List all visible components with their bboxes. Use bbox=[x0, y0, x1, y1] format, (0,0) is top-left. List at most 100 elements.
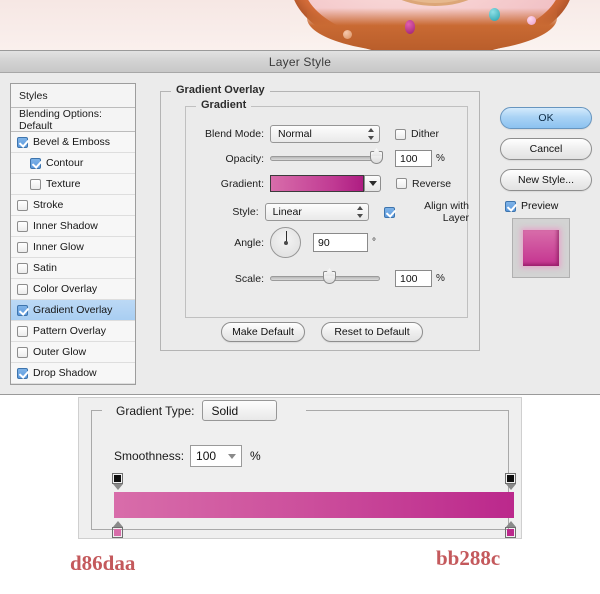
smoothness-unit: % bbox=[250, 449, 261, 463]
checkbox-contour[interactable] bbox=[30, 157, 41, 169]
angle-value: 90 bbox=[318, 236, 330, 249]
scale-slider-knob[interactable] bbox=[323, 271, 336, 284]
checkbox-outer-glow[interactable] bbox=[17, 346, 28, 358]
checkbox-reverse[interactable] bbox=[396, 178, 407, 189]
style-row-inner-shadow[interactable]: Inner Shadow bbox=[11, 216, 135, 237]
opacity-stop-left[interactable] bbox=[112, 473, 123, 490]
opacity-input[interactable]: 100 bbox=[395, 150, 432, 167]
opacity-stop-right[interactable] bbox=[505, 473, 516, 490]
hex-annotation-left: d86daa bbox=[70, 551, 136, 575]
style-row-gradient-overlay[interactable]: Gradient Overlay bbox=[11, 300, 135, 321]
new-style-label: New Style... bbox=[517, 174, 575, 186]
blend-mode-label: Blend Mode: bbox=[205, 128, 264, 140]
gradient-swatch[interactable] bbox=[270, 175, 364, 192]
checkbox-color-overlay[interactable] bbox=[17, 283, 28, 295]
ok-button[interactable]: OK bbox=[500, 107, 592, 129]
style-label: Drop Shadow bbox=[33, 367, 97, 379]
smoothness-row: Smoothness: 100 % bbox=[114, 445, 261, 467]
opacity-value: 100 bbox=[400, 152, 418, 165]
smoothness-input[interactable]: 100 bbox=[190, 445, 243, 467]
smoothness-value: 100 bbox=[196, 449, 217, 463]
checkbox-inner-glow[interactable] bbox=[17, 241, 28, 253]
preview-thumbnail-swatch bbox=[523, 230, 559, 266]
blend-mode-value: Normal bbox=[278, 128, 312, 140]
cancel-label: Cancel bbox=[529, 143, 563, 155]
sprinkle-icon bbox=[527, 16, 536, 25]
align-with-layer-label: Align with Layer bbox=[424, 200, 470, 224]
opacity-slider[interactable] bbox=[270, 151, 383, 164]
gradient-strip-area bbox=[112, 473, 516, 538]
style-row-color-overlay[interactable]: Color Overlay bbox=[11, 279, 135, 300]
style-label: Gradient Overlay bbox=[33, 304, 113, 316]
blending-options-row[interactable]: Blending Options: Default bbox=[11, 108, 135, 132]
angle-dial-hub bbox=[283, 240, 288, 245]
dialog-body: Styles Blending Options: Default Bevel &… bbox=[0, 73, 600, 395]
style-label: Stroke bbox=[33, 199, 64, 211]
stepper-arrows-icon bbox=[368, 128, 375, 140]
gradient-dropdown-button[interactable] bbox=[364, 175, 381, 192]
checkbox-gradient-overlay[interactable] bbox=[17, 304, 28, 316]
make-default-button[interactable]: Make Default bbox=[221, 322, 305, 342]
donut-image-crop bbox=[287, 0, 595, 50]
style-label: Contour bbox=[46, 157, 84, 169]
scale-label: Scale: bbox=[234, 272, 264, 285]
sprinkle-icon bbox=[489, 8, 500, 21]
styles-list-panel: Styles Blending Options: Default Bevel &… bbox=[10, 83, 136, 385]
dither-label: Dither bbox=[411, 128, 440, 140]
style-row-inner-glow[interactable]: Inner Glow bbox=[11, 237, 135, 258]
style-row-bevel-emboss[interactable]: Bevel & Emboss bbox=[11, 132, 135, 153]
color-stop-left[interactable] bbox=[112, 521, 123, 538]
gradient-overlay-title: Gradient Overlay bbox=[171, 84, 270, 96]
dialog-action-column: OK Cancel New Style... Preview bbox=[500, 107, 592, 278]
color-stop-right[interactable] bbox=[505, 521, 516, 538]
reset-to-default-button[interactable]: Reset to Default bbox=[321, 322, 423, 342]
opacity-unit: % bbox=[436, 153, 445, 164]
style-label: Pattern Overlay bbox=[33, 325, 106, 337]
cancel-button[interactable]: Cancel bbox=[500, 138, 592, 160]
style-row-texture[interactable]: Texture bbox=[11, 174, 135, 195]
donut-banner-image bbox=[0, 0, 600, 50]
styles-header[interactable]: Styles bbox=[11, 84, 135, 108]
checkbox-satin[interactable] bbox=[17, 262, 28, 274]
style-row-stroke[interactable]: Stroke bbox=[11, 195, 135, 216]
chevron-down-icon bbox=[368, 181, 377, 186]
style-row-satin[interactable]: Satin bbox=[11, 258, 135, 279]
checkbox-dither[interactable] bbox=[395, 128, 406, 140]
hex-annotation-right: bb288c bbox=[436, 546, 501, 570]
style-row-drop-shadow[interactable]: Drop Shadow bbox=[11, 363, 135, 384]
opacity-slider-knob[interactable] bbox=[370, 151, 383, 164]
gradient-subgroup: Gradient Blend Mode: Normal Dither Opaci… bbox=[185, 99, 470, 318]
color-stop-swatch-right bbox=[505, 527, 516, 538]
style-row-outer-glow[interactable]: Outer Glow bbox=[11, 342, 135, 363]
style-row-pattern-overlay[interactable]: Pattern Overlay bbox=[11, 321, 135, 342]
preview-toggle[interactable]: Preview bbox=[505, 200, 592, 212]
checkbox-preview[interactable] bbox=[505, 200, 516, 212]
dialog-titlebar: Layer Style bbox=[0, 51, 600, 73]
new-style-button[interactable]: New Style... bbox=[500, 169, 592, 191]
chevron-down-icon[interactable] bbox=[228, 453, 237, 459]
gradient-preview-strip[interactable] bbox=[114, 492, 514, 518]
scale-input[interactable]: 100 bbox=[395, 270, 432, 287]
checkbox-pattern-overlay[interactable] bbox=[17, 325, 28, 337]
scale-unit: % bbox=[436, 273, 445, 284]
checkbox-bevel-emboss[interactable] bbox=[17, 136, 28, 148]
gradient-style-select[interactable]: Linear bbox=[264, 203, 369, 221]
sprinkle-icon bbox=[405, 20, 415, 34]
sprinkle-icon bbox=[343, 30, 352, 39]
checkbox-texture[interactable] bbox=[30, 178, 41, 190]
style-row-contour[interactable]: Contour bbox=[11, 153, 135, 174]
checkbox-stroke[interactable] bbox=[17, 199, 28, 211]
style-label: Inner Shadow bbox=[33, 220, 98, 232]
blend-mode-select[interactable]: Normal bbox=[270, 125, 380, 143]
gradient-label: Gradient: bbox=[220, 177, 264, 190]
gradient-type-select[interactable]: Solid bbox=[201, 400, 277, 421]
stop-pointer-icon bbox=[112, 484, 123, 490]
checkbox-align-with-layer[interactable] bbox=[383, 206, 395, 218]
angle-dial[interactable] bbox=[270, 227, 301, 258]
checkbox-drop-shadow[interactable] bbox=[17, 367, 28, 379]
screenshot-root: Layer Style Styles Blending Options: Def… bbox=[0, 0, 600, 594]
angle-input[interactable]: 90 bbox=[313, 233, 368, 252]
checkbox-inner-shadow[interactable] bbox=[17, 220, 28, 232]
preview-thumbnail bbox=[512, 218, 570, 278]
scale-slider[interactable] bbox=[270, 271, 380, 284]
